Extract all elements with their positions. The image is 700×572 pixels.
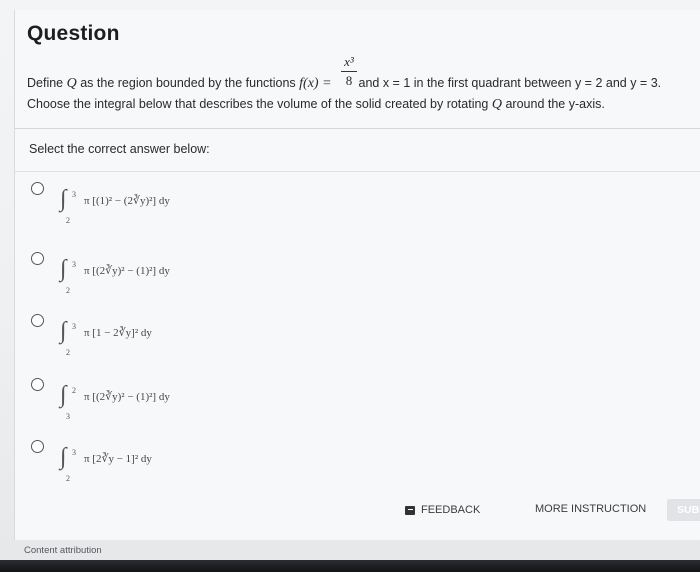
question-line-2: Choose the integral below that describes… xyxy=(27,97,605,113)
submit-button[interactable]: SUBMIT xyxy=(667,499,700,521)
integral-sign: ∫ 3 2 xyxy=(60,316,78,357)
radio-unselected-icon[interactable] xyxy=(31,252,44,265)
feedback-button[interactable]: FEEDBACK xyxy=(405,504,480,516)
question-mid: as the region bounded by the functions xyxy=(80,76,296,90)
radio-unselected-icon[interactable] xyxy=(31,314,44,327)
integral-sign: ∫ 3 2 xyxy=(60,254,78,295)
action-bar: FEEDBACK MORE INSTRUCTION SUBMIT xyxy=(395,499,700,521)
integral-expression: π [2∛y − 1]² dy xyxy=(84,452,152,465)
integral-upper-limit: 3 xyxy=(72,190,76,199)
content-attribution-link[interactable]: Content attribution xyxy=(24,545,102,556)
feedback-label: FEEDBACK xyxy=(421,504,481,516)
screen-bezel xyxy=(0,560,700,572)
integral-upper-limit: 3 xyxy=(72,322,76,331)
question-line2-prefix: Choose the integral below that describes… xyxy=(27,97,489,111)
radio-unselected-icon[interactable] xyxy=(31,378,44,391)
answer-formula: ∫ 3 2 π [2∛y − 1]² dy xyxy=(60,442,152,483)
answer-formula: ∫ 3 2 π [(2∛y)² − (1)²] dy xyxy=(60,254,170,295)
divider xyxy=(15,171,700,172)
answer-option-b[interactable]: ∫ 3 2 π [(2∛y)² − (1)²] dy xyxy=(31,250,331,295)
region-symbol: Q xyxy=(66,76,77,91)
answer-option-c[interactable]: ∫ 3 2 π [1 − 2∛y]² dy xyxy=(31,312,331,357)
integral-expression: π [(2∛y)² − (1)²] dy xyxy=(84,264,170,277)
integral-lower-limit: 2 xyxy=(66,474,70,483)
integral-expression: π [(1)² − (2∛y)²] dy xyxy=(84,194,170,207)
fraction-bar xyxy=(341,71,357,72)
integral-expression: π [(2∛y)² − (1)²] dy xyxy=(84,390,170,403)
integral-lower-limit: 2 xyxy=(66,348,70,357)
question-prefix: Define xyxy=(27,76,64,90)
answer-prompt: Select the correct answer below: xyxy=(29,142,210,156)
answer-formula: ∫ 3 2 π [(1)² − (2∛y)²] dy xyxy=(60,184,170,225)
feedback-flag-icon xyxy=(405,505,415,515)
integral-lower-limit: 2 xyxy=(66,216,70,225)
answer-formula: ∫ 3 2 π [1 − 2∛y]² dy xyxy=(60,316,152,357)
answer-option-d[interactable]: ∫ 2 3 π [(2∛y)² − (1)²] dy xyxy=(31,376,331,421)
more-instruction-button[interactable]: MORE INSTRUCTION xyxy=(535,503,646,515)
integral-sign: ∫ 2 3 xyxy=(60,380,78,421)
integral-upper-limit: 3 xyxy=(72,448,76,457)
question-line2-suffix: around the y-axis. xyxy=(505,97,605,111)
question-card: Question x³ 8 Define Q as the region bou… xyxy=(14,10,700,540)
radio-unselected-icon[interactable] xyxy=(31,440,44,453)
fraction-numerator: x³ xyxy=(344,54,354,69)
question-rest: and x = 1 in the first quadrant between … xyxy=(358,76,662,90)
screen: Question x³ 8 Define Q as the region bou… xyxy=(0,0,700,560)
integral-upper-limit: 2 xyxy=(72,386,76,395)
answer-option-a[interactable]: ∫ 3 2 π [(1)² − (2∛y)²] dy xyxy=(31,180,331,225)
question-line-1: Define Q as the region bounded by the fu… xyxy=(27,76,661,92)
integral-lower-limit: 3 xyxy=(66,412,70,421)
radio-unselected-icon[interactable] xyxy=(31,182,44,195)
integral-expression: π [1 − 2∛y]² dy xyxy=(84,326,152,339)
divider xyxy=(15,128,700,129)
answer-option-e[interactable]: ∫ 3 2 π [2∛y − 1]² dy xyxy=(31,438,331,483)
integral-sign: ∫ 3 2 xyxy=(60,184,78,225)
integral-upper-limit: 3 xyxy=(72,260,76,269)
page-title: Question xyxy=(27,22,120,45)
function-lhs: f(x) = xyxy=(299,76,332,91)
integral-sign: ∫ 3 2 xyxy=(60,442,78,483)
integral-lower-limit: 2 xyxy=(66,286,70,295)
answer-formula: ∫ 2 3 π [(2∛y)² − (1)²] dy xyxy=(60,380,170,421)
region-symbol-2: Q xyxy=(491,97,502,112)
